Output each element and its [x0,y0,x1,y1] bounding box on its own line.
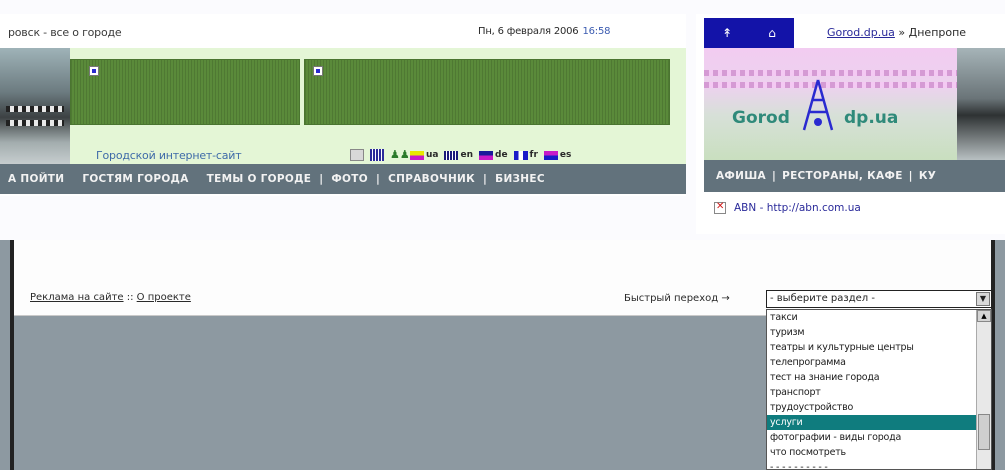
photo-detail [6,106,64,112]
quick-jump-select[interactable]: - выберите раздел - ▼ [766,290,992,308]
footer-separator: :: [123,292,137,303]
lang-label: es [559,150,572,160]
language-bar: ♟♟ ua en de fr es [350,147,571,163]
dropdown-option[interactable]: такси [767,310,978,325]
print-icon[interactable] [350,149,364,161]
dropdown-scrollbar[interactable]: ▲ [976,310,991,469]
nav-separator: | [319,173,324,185]
dropdown-option[interactable]: театры и культурные центры [767,340,978,355]
logo-text-right: dp.ua [844,108,899,128]
page-title: ровск - все о городе [8,26,122,39]
sitemap-icon[interactable] [370,149,384,161]
city-photo [957,48,1005,160]
nav-separator: | [908,170,913,182]
lang-en[interactable]: en [444,150,473,160]
dropdown-option[interactable]: фотографии - виды города [767,430,978,445]
arrow-up-icon[interactable]: ↟ [722,26,732,40]
dropdown-option[interactable]: туризм [767,325,978,340]
home-icon[interactable]: ⌂ [768,26,776,40]
banner-ad-1[interactable] [70,59,300,125]
nav-separator: | [375,173,381,185]
nav-item[interactable]: ФОТО [331,173,368,185]
nav-item[interactable]: РЕСТОРАНЫ, КАФЕ [782,170,903,182]
lang-de[interactable]: de [479,150,508,160]
gorod-banner: Gorod dp.ua [704,48,1005,160]
nav-item[interactable]: АФИША [716,170,766,182]
breadcrumb: Gorod.dp.ua » Днепропе [827,26,966,39]
quick-jump-dropdown[interactable]: такси туризм театры и культурные центры тел… [766,309,992,470]
dropdown-option[interactable]: транспорт [767,385,978,400]
frame-border [10,240,14,470]
breadcrumb-link-home[interactable]: Gorod.dp.ua [827,26,895,39]
flag-icon [479,150,493,160]
right-toolbar: ↟ ⌂ [704,18,794,48]
site-tagline: Городской интернет-сайт [96,149,242,162]
main-nav: А ПОЙТИ ГОСТЯМ ГОРОДА ТЕМЫ О ГОРОДЕ | ФО… [0,164,686,194]
city-photo [0,48,70,174]
nav-separator: | [483,173,488,185]
nav-separator: | [771,170,777,182]
abn-link[interactable]: ABN - http://abn.com.ua [714,201,861,214]
banner-pattern [704,70,964,76]
flag-icon [410,150,424,160]
lang-es[interactable]: es [543,150,572,160]
ads-link[interactable]: Реклама на сайте [30,292,124,303]
banner-ad-2[interactable] [304,59,670,125]
tower-icon [802,79,834,131]
dropdown-option[interactable]: трудоустройство [767,400,978,415]
footer-links: Реклама на сайте :: О проекте [30,292,191,303]
nav-item[interactable]: ТЕМЫ О ГОРОДЕ [207,173,312,185]
people-icon[interactable]: ♟♟ [390,149,410,161]
broken-image-icon [714,201,726,214]
dropdown-option[interactable]: телепрограмма [767,355,978,370]
lang-label: en [460,150,473,160]
right-browser-window: ↟ ⌂ Gorod.dp.ua » Днепропе Gorod dp.ua А… [696,14,1005,234]
broken-image-icon [313,66,323,76]
dropdown-option[interactable]: - - - - - - - - - - [767,460,978,469]
dropdown-option[interactable]: услуги [767,415,978,430]
lang-label: de [495,150,508,160]
date-display: Пн, 6 февраля 2006 16:58 [478,26,610,37]
select-value: - выберите раздел - [770,293,875,304]
quick-jump-label: Быстрый переход → [624,293,730,304]
nav-item[interactable]: СПРАВОЧНИК [388,173,475,185]
lang-ua[interactable]: ua [410,150,438,160]
photo-detail [6,120,64,126]
broken-image-icon [89,66,99,76]
flag-icon [543,150,558,160]
about-link[interactable]: О проекте [137,292,191,303]
scroll-up-icon[interactable]: ▲ [977,310,991,322]
header-banner: Городской интернет-сайт ♟♟ ua en de fr e… [0,48,686,174]
flag-icon [513,150,528,160]
nav-item[interactable]: БИЗНЕС [495,173,545,185]
dropdown-option[interactable]: что посмотреть [767,445,978,460]
lang-label: fr [529,150,538,160]
left-browser-window: ровск - все о городе Пн, 6 февраля 2006 1… [0,14,686,196]
nav-item[interactable]: КУ [919,170,936,182]
screenshot-root: ровск - все о городе Пн, 6 февраля 2006 1… [0,0,1005,470]
abn-link-text: ABN - http://abn.com.ua [734,202,861,214]
breadcrumb-rest: » Днепропе [894,26,967,39]
time-text: 16:58 [582,26,611,37]
nav-item[interactable]: ГОСТЯМ ГОРОДА [82,173,188,185]
flag-icon [444,150,459,160]
gorod-logo[interactable]: Gorod dp.ua [732,79,932,148]
lang-fr[interactable]: fr [513,150,538,160]
dropdown-options: такси туризм театры и культурные центры тел… [767,310,978,469]
right-nav: АФИША | РЕСТОРАНЫ, КАФЕ | КУ [704,160,1005,192]
nav-item[interactable]: А ПОЙТИ [8,173,64,185]
chevron-down-icon[interactable]: ▼ [976,292,990,306]
dropdown-option[interactable]: тест на знание города [767,370,978,385]
lang-label: ua [426,150,439,160]
scroll-thumb[interactable] [978,414,990,450]
date-text: Пн, 6 февраля 2006 [478,26,579,37]
logo-text-left: Gorod [732,108,790,128]
